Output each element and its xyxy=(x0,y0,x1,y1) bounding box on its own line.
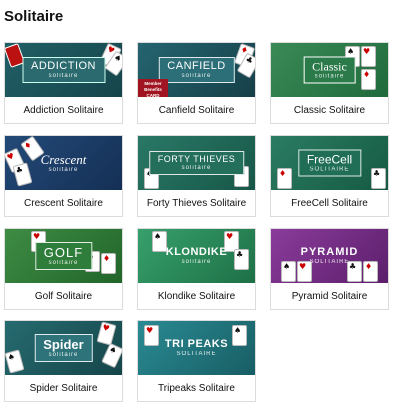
game-thumbnail: ♥ ♣ ♦ Crescent solitaire xyxy=(5,136,122,190)
game-thumbnail: ♠ ♥ ♠ Spider solitaire xyxy=(5,321,122,375)
golf-logo: GOLF solitaire xyxy=(34,242,93,270)
playing-card-icon: ♦ xyxy=(363,261,378,282)
game-card-label: Golf Solitaire xyxy=(34,291,93,302)
playing-card-icon: ♣ xyxy=(371,168,386,189)
forty-thieves-logo: FORTY THIEVES solitaire xyxy=(148,151,245,175)
game-thumbnail: ♠ ♥ ♦ Classic Solitaire xyxy=(271,43,388,97)
game-thumbnail: ♥ ♠ TRI PEAKS SOLITAIRE xyxy=(138,321,255,375)
crescent-logo: Crescent solitaire xyxy=(40,152,87,173)
game-card-classic[interactable]: ♠ ♥ ♦ Classic Solitaire Classic Solitair… xyxy=(270,42,389,124)
game-card-label: Klondike Solitaire xyxy=(157,291,236,302)
playing-card-icon: ♠ xyxy=(232,325,247,346)
game-card-tripeaks[interactable]: ♥ ♠ TRI PEAKS SOLITAIRE Tripeaks Solitai… xyxy=(137,320,256,402)
game-card-klondike[interactable]: ♠ ♥ ♣ KLONDIKE solitaire Klondike Solita… xyxy=(137,228,256,310)
game-card-crescent[interactable]: ♥ ♣ ♦ Crescent solitaire Crescent Solita… xyxy=(4,135,123,217)
game-card-label: Tripeaks Solitaire xyxy=(158,383,235,394)
game-card-label: Forty Thieves Solitaire xyxy=(146,198,247,209)
playing-card-icon: ♦ xyxy=(101,253,116,274)
playing-card-icon: ♣ xyxy=(12,162,33,187)
playing-card-icon: ♦ xyxy=(277,168,292,189)
playing-card-icon: ♣ xyxy=(234,249,249,270)
playing-card-icon: ♦ xyxy=(361,69,376,90)
game-thumbnail: ♥ ♠ ADDICTION solitaire xyxy=(5,43,122,97)
playing-card-icon: ♠ xyxy=(152,231,167,252)
addiction-logo: ADDICTION solitaire xyxy=(22,57,105,83)
game-thumbnail: ♠ ♥ ♣ ♦ PYRAMID SOLITAIRE xyxy=(271,229,388,283)
game-card-label: Spider Solitaire xyxy=(29,383,98,394)
game-thumbnail: ♥ ♠ ♦ GOLF solitaire xyxy=(5,229,122,283)
game-card-addiction[interactable]: ♥ ♠ ADDICTION solitaire Addiction Solita… xyxy=(4,42,123,124)
playing-card-icon: ♠ xyxy=(101,342,122,369)
game-card-pyramid[interactable]: ♠ ♥ ♣ ♦ PYRAMID SOLITAIRE Pyramid Solita… xyxy=(270,228,389,310)
classic-logo: Classic Solitaire xyxy=(303,56,356,84)
game-card-label: FreeCell Solitaire xyxy=(291,198,368,209)
playing-card-icon: ♠ xyxy=(5,349,25,374)
game-thumbnail: ♦ ♣ CANFIELD solitaire Member Benefits C… xyxy=(138,43,255,97)
playing-card-icon: ♥ xyxy=(96,321,117,346)
freecell-logo: FreeCell SOLITAIRE xyxy=(297,149,362,177)
game-card-canfield[interactable]: ♦ ♣ CANFIELD solitaire Member Benefits C… xyxy=(137,42,256,124)
game-card-golf[interactable]: ♥ ♠ ♦ GOLF solitaire Golf Solitaire xyxy=(4,228,123,310)
game-card-label: Pyramid Solitaire xyxy=(291,291,368,302)
section-title: Solitaire xyxy=(4,8,64,25)
playing-card-icon: ♥ xyxy=(144,325,159,346)
game-thumbnail: ♠ ♥ ♣ KLONDIKE solitaire xyxy=(138,229,255,283)
member-benefits-badge: Member Benefits CARD xyxy=(138,79,168,97)
tripeaks-logo: TRI PEAKS SOLITAIRE xyxy=(164,338,229,358)
game-card-label: Addiction Solitaire xyxy=(23,105,104,116)
playing-card-icon: ♥ xyxy=(361,46,376,67)
game-card-freecell[interactable]: ♣ ♦ FreeCell SOLITAIRE FreeCell Solitair… xyxy=(270,135,389,217)
pyramid-logo: PYRAMID SOLITAIRE xyxy=(300,246,359,266)
game-card-forty-thieves[interactable]: ♠ ♥ FORTY THIEVES solitaire Forty Thieve… xyxy=(137,135,256,217)
playing-card-icon: ♠ xyxy=(281,261,296,282)
game-thumbnail: ♠ ♥ FORTY THIEVES solitaire xyxy=(138,136,255,190)
game-thumbnail: ♣ ♦ FreeCell SOLITAIRE xyxy=(271,136,388,190)
spider-logo: Spider solitaire xyxy=(34,334,93,362)
game-card-label: Canfield Solitaire xyxy=(158,105,235,116)
game-card-label: Classic Solitaire xyxy=(293,105,366,116)
game-card-spider[interactable]: ♠ ♥ ♠ Spider solitaire Spider Solitaire xyxy=(4,320,123,402)
canfield-logo: CANFIELD solitaire xyxy=(158,57,235,83)
game-card-label: Crescent Solitaire xyxy=(24,198,103,209)
klondike-logo: KLONDIKE solitaire xyxy=(165,246,228,266)
